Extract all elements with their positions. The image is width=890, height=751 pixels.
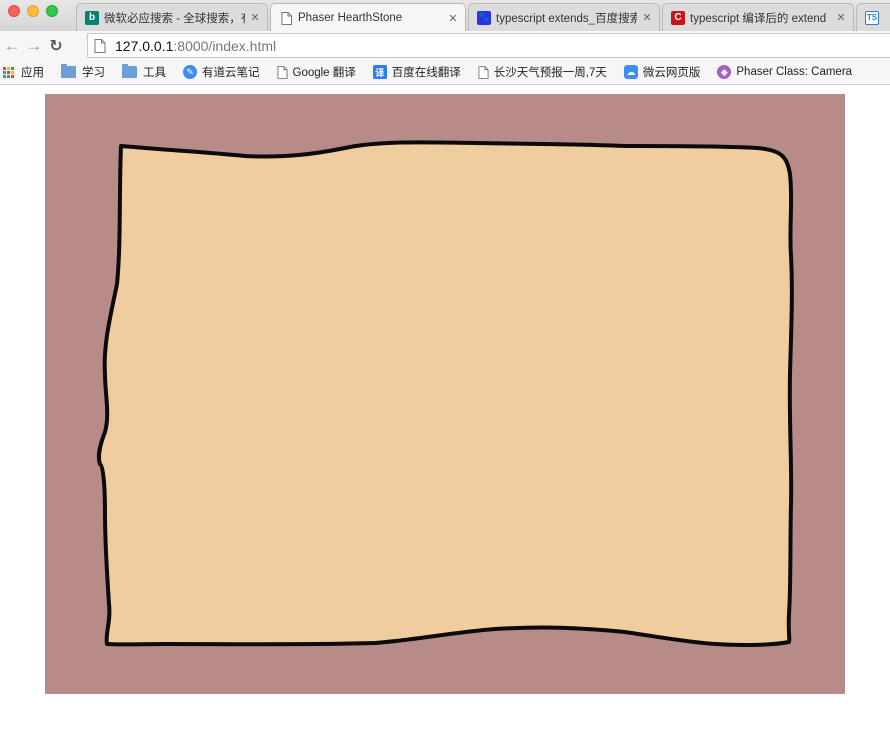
folder-icon xyxy=(61,64,76,78)
back-arrow-icon[interactable]: ← xyxy=(1,35,23,57)
close-tab-icon[interactable]: ✕ xyxy=(447,12,459,25)
page-icon xyxy=(478,65,489,79)
window-controls xyxy=(8,5,58,17)
close-window-button[interactable] xyxy=(8,5,20,17)
tab-title: typescript extends_百度搜索 xyxy=(496,12,637,25)
page-icon xyxy=(279,11,293,25)
tab-bing[interactable]: b 微软必应搜索 - 全球搜索，有 ✕ xyxy=(76,3,268,31)
tab-csdn[interactable]: C typescript 编译后的 extend ✕ xyxy=(662,3,854,31)
parchment-board-drawing xyxy=(96,140,794,648)
typescript-site-icon: TS xyxy=(865,10,879,25)
minimize-window-button[interactable] xyxy=(27,5,39,17)
youdao-icon: ✎ xyxy=(183,65,197,79)
url-host: 127.0.0.1 xyxy=(115,37,174,54)
reload-icon[interactable]: ↻ xyxy=(45,35,67,57)
bookmark-folder-tools[interactable]: 工具 xyxy=(122,64,166,80)
tab-typescript[interactable]: TS Ty xyxy=(856,3,890,31)
bookmark-weather[interactable]: 长沙天气预报一周,7天 xyxy=(478,64,607,80)
bookmark-label: Phaser Class: Camera xyxy=(736,66,853,78)
bookmark-weiyun[interactable]: ☁ 微云网页版 xyxy=(623,64,701,80)
tab-baidu[interactable]: 🐾 typescript extends_百度搜索 ✕ xyxy=(468,3,660,31)
url-path: :8000/index.html xyxy=(173,37,277,54)
page-info-icon[interactable] xyxy=(94,38,106,53)
baidu-translate-icon: 译 xyxy=(372,65,387,79)
bookmark-folder-study[interactable]: 学习 xyxy=(61,64,105,80)
bookmark-label: 长沙天气预报一周,7天 xyxy=(493,67,607,79)
baidu-paw-icon: 🐾 xyxy=(477,10,491,25)
parchment-board xyxy=(96,140,794,648)
bookmark-apps[interactable]: 应用 xyxy=(3,64,44,80)
weiyun-icon: ☁ xyxy=(623,65,638,79)
close-tab-icon[interactable]: ✕ xyxy=(835,11,847,24)
bookmark-label: Google 翻译 xyxy=(292,67,356,79)
bookmark-google-translate[interactable]: Google 翻译 xyxy=(276,64,356,80)
folder-icon xyxy=(122,64,137,78)
page-icon xyxy=(276,65,288,79)
bookmarks-bar: 应用 学习 工具 ✎ 有道云笔记 Google 翻译 译 百度在线翻译 长沙天气… xyxy=(0,60,890,85)
tab-title: typescript 编译后的 extend xyxy=(690,12,827,25)
bookmark-phaser-camera[interactable]: ◆ Phaser Class: Camera xyxy=(717,65,852,79)
bing-icon: b xyxy=(85,10,99,25)
close-tab-icon[interactable]: ✕ xyxy=(249,11,261,24)
bookmark-label: 微云网页版 xyxy=(642,67,701,79)
address-bar[interactable]: 127.0.0.1:8000/index.html xyxy=(87,33,890,58)
bookmark-label: 百度在线翻译 xyxy=(391,67,461,79)
browser-window: b 微软必应搜索 - 全球搜索，有 ✕ Phaser HearthStone ✕… xyxy=(0,0,890,751)
tab-title: 微软必应搜索 - 全球搜索，有 xyxy=(104,12,245,25)
browser-toolbar: ← → ↻ 127.0.0.1:8000/index.html xyxy=(0,31,890,60)
tab-phaser-hearthstone[interactable]: Phaser HearthStone ✕ xyxy=(270,3,466,31)
forward-arrow-icon[interactable]: → xyxy=(23,35,45,57)
bookmark-baidu-translate[interactable]: 译 百度在线翻译 xyxy=(372,64,461,80)
csdn-icon: C xyxy=(671,10,685,25)
close-tab-icon[interactable]: ✕ xyxy=(641,11,653,24)
page-viewport xyxy=(0,86,890,751)
game-canvas[interactable] xyxy=(45,94,845,694)
apps-grid-icon xyxy=(3,66,14,78)
bookmark-label: 学习 xyxy=(82,67,105,79)
tab-strip: b 微软必应搜索 - 全球搜索，有 ✕ Phaser HearthStone ✕… xyxy=(0,0,890,31)
bookmark-label: 工具 xyxy=(143,67,166,79)
bookmark-label: 有道云笔记 xyxy=(202,67,260,79)
zoom-window-button[interactable] xyxy=(46,5,58,17)
tab-title: Phaser HearthStone xyxy=(298,12,403,24)
bookmark-youdao[interactable]: ✎ 有道云笔记 xyxy=(183,64,260,80)
phaser-icon: ◆ xyxy=(717,65,732,79)
bookmark-label: 应用 xyxy=(21,67,44,79)
